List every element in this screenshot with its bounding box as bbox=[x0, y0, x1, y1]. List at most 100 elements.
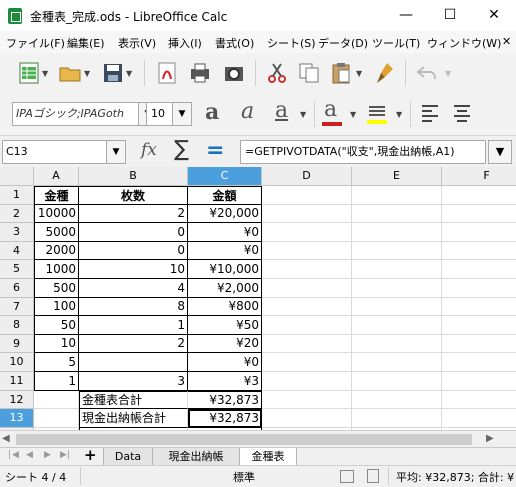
cell-a[interactable]: 2000 bbox=[34, 242, 79, 260]
empty-cell[interactable] bbox=[352, 186, 442, 205]
scrollbar-thumb[interactable] bbox=[16, 434, 472, 445]
menu-view[interactable]: 表示(V) bbox=[118, 35, 156, 51]
empty-cell[interactable] bbox=[262, 260, 352, 279]
empty-cell[interactable] bbox=[262, 279, 352, 298]
scroll-left-icon[interactable]: ◀ bbox=[2, 433, 10, 444]
column-header-d[interactable]: D bbox=[262, 167, 352, 186]
cell-a[interactable]: 10000 bbox=[34, 205, 79, 223]
chevron-down-icon[interactable]: ▼ bbox=[42, 69, 48, 78]
italic-icon[interactable]: a bbox=[241, 99, 254, 124]
cell-c[interactable]: ¥32,873 bbox=[188, 391, 262, 409]
spreadsheet-grid[interactable]: A B C D E F 1 金種 枚数 金額 2 10000 2 ¥20,000 3 5000 0 ¥… bbox=[0, 167, 516, 430]
expand-formula-bar-button[interactable]: ▼ bbox=[488, 140, 512, 164]
column-header-f[interactable]: F bbox=[442, 167, 516, 186]
sum-icon[interactable]: ∑ bbox=[174, 137, 189, 162]
empty-cell[interactable] bbox=[442, 353, 516, 372]
empty-cell[interactable] bbox=[442, 242, 516, 260]
cell-b[interactable]: 2 bbox=[79, 335, 188, 353]
empty-cell[interactable] bbox=[262, 223, 352, 242]
empty-cell[interactable] bbox=[442, 223, 516, 242]
empty-cell[interactable] bbox=[352, 298, 442, 316]
menu-edit[interactable]: 編集(E) bbox=[67, 35, 105, 51]
cell-a[interactable]: 5000 bbox=[34, 223, 79, 242]
chevron-down-icon[interactable]: ▼ bbox=[300, 110, 306, 119]
open-folder-icon[interactable] bbox=[58, 61, 82, 85]
menu-format[interactable]: 書式(O) bbox=[215, 35, 254, 51]
cell-c[interactable]: ¥0 bbox=[188, 242, 262, 260]
save-icon[interactable] bbox=[101, 61, 125, 85]
cell-b[interactable]: 2 bbox=[79, 205, 188, 223]
close-document-icon[interactable]: ✕ bbox=[502, 35, 511, 48]
cell-c[interactable]: ¥0 bbox=[188, 353, 262, 372]
highlight-color-icon[interactable] bbox=[366, 101, 388, 125]
empty-cell[interactable] bbox=[262, 316, 352, 335]
name-box-dropdown[interactable]: ▼ bbox=[106, 140, 126, 164]
cell-a[interactable]: 50 bbox=[34, 316, 79, 335]
font-color-icon[interactable]: a bbox=[324, 97, 337, 122]
row-header[interactable]: 11 bbox=[0, 372, 34, 391]
add-sheet-button[interactable]: + bbox=[84, 446, 97, 464]
empty-cell[interactable] bbox=[352, 260, 442, 279]
bold-icon[interactable]: a bbox=[205, 99, 219, 125]
cell-a[interactable]: 10 bbox=[34, 335, 79, 353]
undo-icon[interactable] bbox=[415, 61, 439, 85]
cell-b[interactable]: 金種表合計 bbox=[79, 391, 188, 409]
selected-cell-c13[interactable]: ¥32,873 bbox=[188, 409, 262, 428]
cell-a[interactable]: 金種 bbox=[34, 186, 79, 205]
cell-c[interactable]: ¥0 bbox=[188, 223, 262, 242]
name-box[interactable]: C13 bbox=[2, 140, 108, 164]
column-header-b[interactable]: B bbox=[79, 167, 188, 186]
empty-cell[interactable] bbox=[352, 242, 442, 260]
empty-cell[interactable] bbox=[352, 409, 442, 428]
row-header[interactable]: 4 bbox=[0, 242, 34, 260]
row-header[interactable]: 3 bbox=[0, 223, 34, 242]
chevron-down-icon[interactable]: ▼ bbox=[445, 69, 451, 78]
menu-file[interactable]: ファイル(F) bbox=[6, 35, 65, 51]
font-size-dropdown[interactable]: ▼ bbox=[172, 102, 192, 126]
copy-icon[interactable] bbox=[297, 61, 321, 85]
empty-cell[interactable] bbox=[262, 205, 352, 223]
column-header-e[interactable]: E bbox=[352, 167, 442, 186]
cell-a[interactable] bbox=[34, 391, 79, 409]
cell-a[interactable]: 1 bbox=[34, 372, 79, 391]
empty-cell[interactable] bbox=[442, 260, 516, 279]
cell-c[interactable]: ¥3 bbox=[188, 372, 262, 391]
cell-c[interactable]: ¥20,000 bbox=[188, 205, 262, 223]
cell-a[interactable]: 100 bbox=[34, 298, 79, 316]
empty-cell[interactable] bbox=[262, 298, 352, 316]
menu-tools[interactable]: ツール(T) bbox=[372, 35, 420, 51]
empty-cell[interactable] bbox=[262, 242, 352, 260]
font-size-box[interactable]: 10 bbox=[146, 102, 174, 126]
empty-cell[interactable] bbox=[262, 353, 352, 372]
function-wizard-icon[interactable]: fx bbox=[141, 140, 157, 160]
empty-cell[interactable] bbox=[262, 409, 352, 428]
cell-a[interactable] bbox=[34, 409, 79, 428]
row-header[interactable]: 8 bbox=[0, 316, 34, 335]
maximize-button[interactable]: ☐ bbox=[428, 0, 472, 31]
align-left-icon[interactable] bbox=[420, 103, 440, 123]
sheet-tab-data[interactable]: Data bbox=[103, 448, 153, 466]
row-header[interactable]: 9 bbox=[0, 335, 34, 353]
tab-nav-first-icon[interactable]: |◀ bbox=[8, 450, 20, 460]
print-icon[interactable] bbox=[188, 61, 212, 85]
empty-cell[interactable] bbox=[352, 353, 442, 372]
column-header-a[interactable]: A bbox=[34, 167, 79, 186]
row-header[interactable]: 1 bbox=[0, 186, 34, 205]
formula-input[interactable]: =GETPIVOTDATA("収支",現金出納帳,A1) bbox=[240, 140, 486, 164]
empty-cell[interactable] bbox=[262, 391, 352, 409]
chevron-down-icon[interactable]: ▼ bbox=[356, 69, 362, 78]
close-button[interactable]: ✕ bbox=[472, 0, 516, 31]
menu-insert[interactable]: 挿入(I) bbox=[168, 35, 202, 51]
empty-cell[interactable] bbox=[352, 335, 442, 353]
cell-a[interactable]: 500 bbox=[34, 279, 79, 298]
cell-c[interactable]: 金額 bbox=[188, 186, 262, 205]
align-center-icon[interactable] bbox=[452, 103, 472, 123]
tab-nav-last-icon[interactable]: ▶| bbox=[60, 450, 70, 460]
cell-b[interactable]: 枚数 bbox=[79, 186, 188, 205]
cell-c[interactable]: ¥50 bbox=[188, 316, 262, 335]
print-preview-icon[interactable] bbox=[222, 61, 246, 85]
cell-b[interactable]: 4 bbox=[79, 279, 188, 298]
cell-c[interactable]: ¥20 bbox=[188, 335, 262, 353]
paste-icon[interactable] bbox=[329, 61, 353, 85]
horizontal-scrollbar[interactable]: ◀ ▶ bbox=[0, 430, 516, 448]
